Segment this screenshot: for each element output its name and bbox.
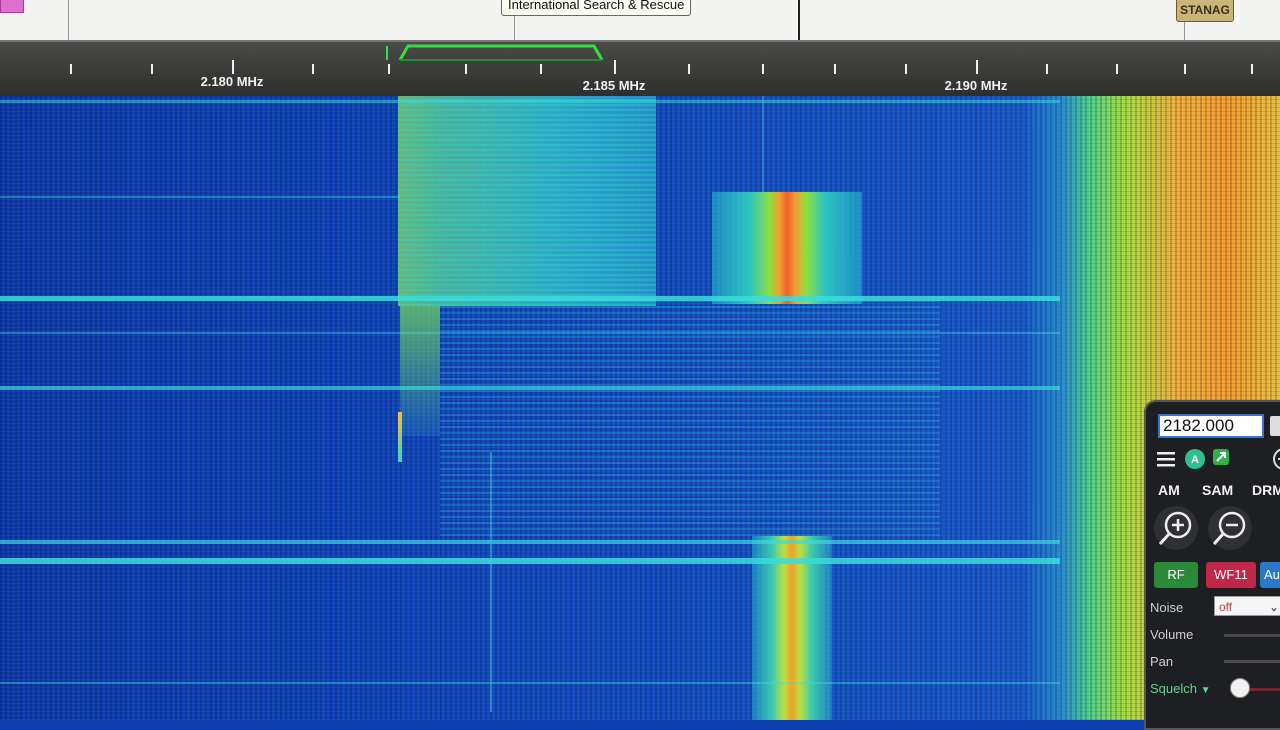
- scale-tick: [834, 64, 836, 74]
- frequency-step-button[interactable]: [1270, 416, 1280, 436]
- scale-tick: [762, 64, 764, 74]
- scale-tick: [388, 64, 390, 74]
- trace-line: [0, 558, 1060, 564]
- freq-label-2180: 2.180 MHz: [200, 74, 264, 89]
- chevron-down-icon: ⌄: [1268, 600, 1279, 614]
- freq-label-2185: 2.185 MHz: [582, 78, 646, 93]
- band-tag-pink[interactable]: [0, 0, 24, 13]
- menu-icon[interactable]: [1156, 450, 1176, 468]
- squelch-slider-thumb[interactable]: [1230, 678, 1250, 698]
- top-band-bar: International Search & Rescue STANAG: [0, 0, 1280, 40]
- zoom-out-icon: [1212, 511, 1246, 546]
- scale-tick: [312, 64, 314, 74]
- scale-tick: [688, 64, 690, 74]
- rf-button[interactable]: RF: [1154, 562, 1198, 588]
- noise-value: off: [1219, 600, 1233, 614]
- frequency-input[interactable]: 2182.000: [1158, 414, 1264, 438]
- passband-marker[interactable]: [386, 42, 604, 64]
- noise-label: Noise: [1150, 600, 1184, 615]
- band-label-stanag[interactable]: STANAG: [1176, 0, 1234, 22]
- wf-button[interactable]: WF11: [1206, 562, 1256, 588]
- scale-tick: [151, 64, 153, 74]
- scale-tick-major: [232, 60, 234, 74]
- receiver-control-panel: 2182.000 A AM SAM DRM RF WF11 Au Noise o…: [1144, 400, 1280, 730]
- scale-tick: [1184, 64, 1186, 74]
- volume-label: Volume: [1150, 627, 1194, 642]
- circle-minus-icon[interactable]: [1272, 447, 1280, 471]
- trace-line: [0, 386, 1060, 390]
- scale-tick: [1046, 64, 1048, 74]
- zoom-out-button[interactable]: [1208, 506, 1252, 550]
- pan-slider[interactable]: [1224, 660, 1280, 663]
- waterfall-display[interactable]: [0, 96, 1280, 720]
- pan-label: Pan: [1150, 654, 1174, 669]
- freq-label-2190: 2.190 MHz: [944, 78, 1008, 93]
- scale-tick: [540, 64, 542, 74]
- mode-am-button[interactable]: AM: [1158, 482, 1180, 498]
- scale-tick: [1251, 64, 1253, 74]
- scale-tick: [1116, 64, 1118, 74]
- signal-ping-faint: [762, 96, 764, 296]
- auto-adjust-button[interactable]: Au: [1260, 562, 1280, 588]
- band-divider: [68, 0, 69, 40]
- signal-voice-block-lower: [400, 306, 440, 436]
- scale-tick: [70, 64, 72, 74]
- expand-icon[interactable]: [1212, 448, 1230, 466]
- trace-line: [0, 296, 1060, 301]
- trace-line: [0, 540, 1060, 544]
- mode-drm-button[interactable]: DRM: [1252, 482, 1280, 498]
- trace-line: [0, 100, 1060, 103]
- svg-text:A: A: [1191, 454, 1199, 466]
- scale-tick: [905, 64, 907, 74]
- noise-select[interactable]: off ⌄: [1214, 596, 1280, 616]
- zoom-in-icon: [1158, 511, 1192, 546]
- signal-carrier-block: [712, 192, 862, 304]
- squelch-label[interactable]: Squelch ▼: [1150, 681, 1211, 696]
- band-label-search-rescue[interactable]: International Search & Rescue: [501, 0, 692, 16]
- volume-slider[interactable]: [1224, 634, 1280, 637]
- mode-sam-button[interactable]: SAM: [1202, 482, 1233, 498]
- signal-voice-block: [398, 96, 656, 306]
- band-divider: [798, 0, 800, 40]
- frequency-scale[interactable]: 2.180 MHz 2.185 MHz 2.190 MHz: [0, 40, 1280, 98]
- scale-tick-major: [614, 60, 616, 74]
- auto-icon[interactable]: A: [1184, 448, 1206, 470]
- scale-tick: [465, 64, 467, 74]
- trace-line: [0, 196, 400, 198]
- zoom-in-button[interactable]: [1154, 506, 1198, 550]
- chevron-down-icon: ▼: [1200, 685, 1211, 696]
- trace-line: [0, 332, 1060, 334]
- trace-line: [0, 682, 1060, 684]
- signal-ping-faint: [490, 452, 492, 712]
- squelch-text: Squelch: [1150, 681, 1197, 696]
- signal-ping: [398, 412, 402, 462]
- scale-tick-major: [976, 60, 978, 74]
